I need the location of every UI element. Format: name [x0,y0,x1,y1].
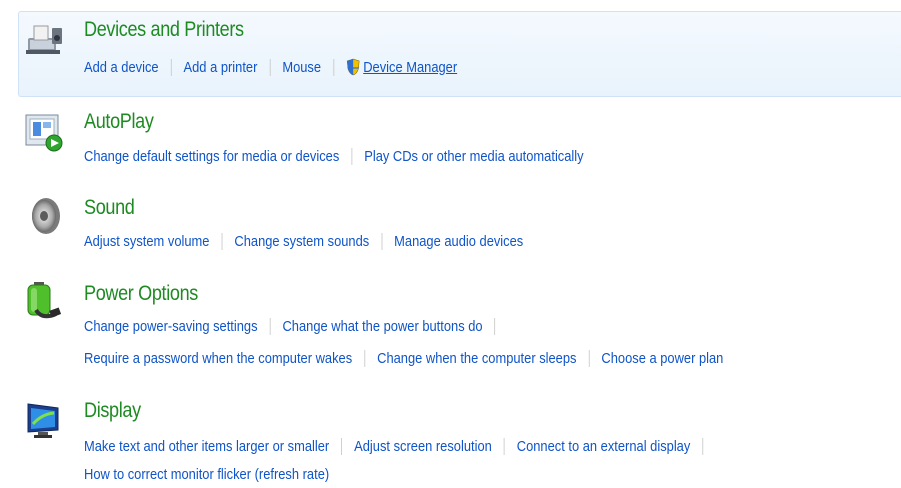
link-adjust-screen-resolution[interactable]: Adjust screen resolution [354,438,492,455]
link-change-when-sleeps[interactable]: Change when the computer sleeps [377,350,576,367]
section-title-display[interactable]: Display [84,399,141,423]
separator [333,58,334,76]
battery-plug-icon[interactable] [22,280,62,320]
links-row-power-2: Require a password when the computer wak… [84,350,723,367]
section-title-power-options[interactable]: Power Options [84,282,198,306]
link-require-password-on-wake[interactable]: Require a password when the computer wak… [84,350,352,367]
link-add-a-device[interactable]: Add a device [84,59,159,76]
section-title-sound[interactable]: Sound [84,196,135,220]
link-device-manager[interactable]: Device Manager [363,59,457,76]
uac-shield-icon [346,58,360,76]
autoplay-icon[interactable] [24,112,64,152]
link-add-a-printer[interactable]: Add a printer [184,59,258,76]
separator [221,233,223,250]
separator [364,350,366,367]
links-row-sound: Adjust system volume Change system sound… [84,233,523,250]
separator [269,318,271,335]
separator [341,438,343,455]
separator [170,58,172,76]
links-row-display-2: How to correct monitor flicker (refresh … [84,466,329,483]
separator [503,438,505,455]
separator [269,58,271,76]
links-row-display-1: Make text and other items larger or smal… [84,438,715,455]
devices-printers-icon[interactable] [24,20,64,60]
separator [588,350,590,367]
link-adjust-system-volume[interactable]: Adjust system volume [84,233,209,250]
separator [702,438,704,455]
separator [351,148,353,165]
links-row-power-1: Change power-saving settings Change what… [84,318,508,335]
section-title-autoplay[interactable]: AutoPlay [84,110,154,134]
link-mouse[interactable]: Mouse [282,59,321,76]
link-make-text-larger[interactable]: Make text and other items larger or smal… [84,438,329,455]
separator [381,233,383,250]
link-manage-audio-devices[interactable]: Manage audio devices [394,233,523,250]
link-monitor-flicker[interactable]: How to correct monitor flicker (refresh … [84,466,329,483]
link-change-system-sounds[interactable]: Change system sounds [234,233,369,250]
links-row-devices: Add a device Add a printer Mouse Device … [84,58,457,76]
speaker-icon[interactable] [24,196,64,236]
link-change-power-buttons[interactable]: Change what the power buttons do [282,318,482,335]
link-connect-external-display[interactable]: Connect to an external display [517,438,691,455]
link-play-cds[interactable]: Play CDs or other media automatically [364,148,583,165]
link-choose-power-plan[interactable]: Choose a power plan [601,350,723,367]
link-change-default-settings[interactable]: Change default settings for media or dev… [84,148,339,165]
links-row-autoplay: Change default settings for media or dev… [84,148,584,165]
link-change-power-saving-settings[interactable]: Change power-saving settings [84,318,258,335]
separator [494,318,496,335]
section-title-devices-and-printers[interactable]: Devices and Printers [84,18,244,42]
monitor-icon[interactable] [24,400,64,440]
